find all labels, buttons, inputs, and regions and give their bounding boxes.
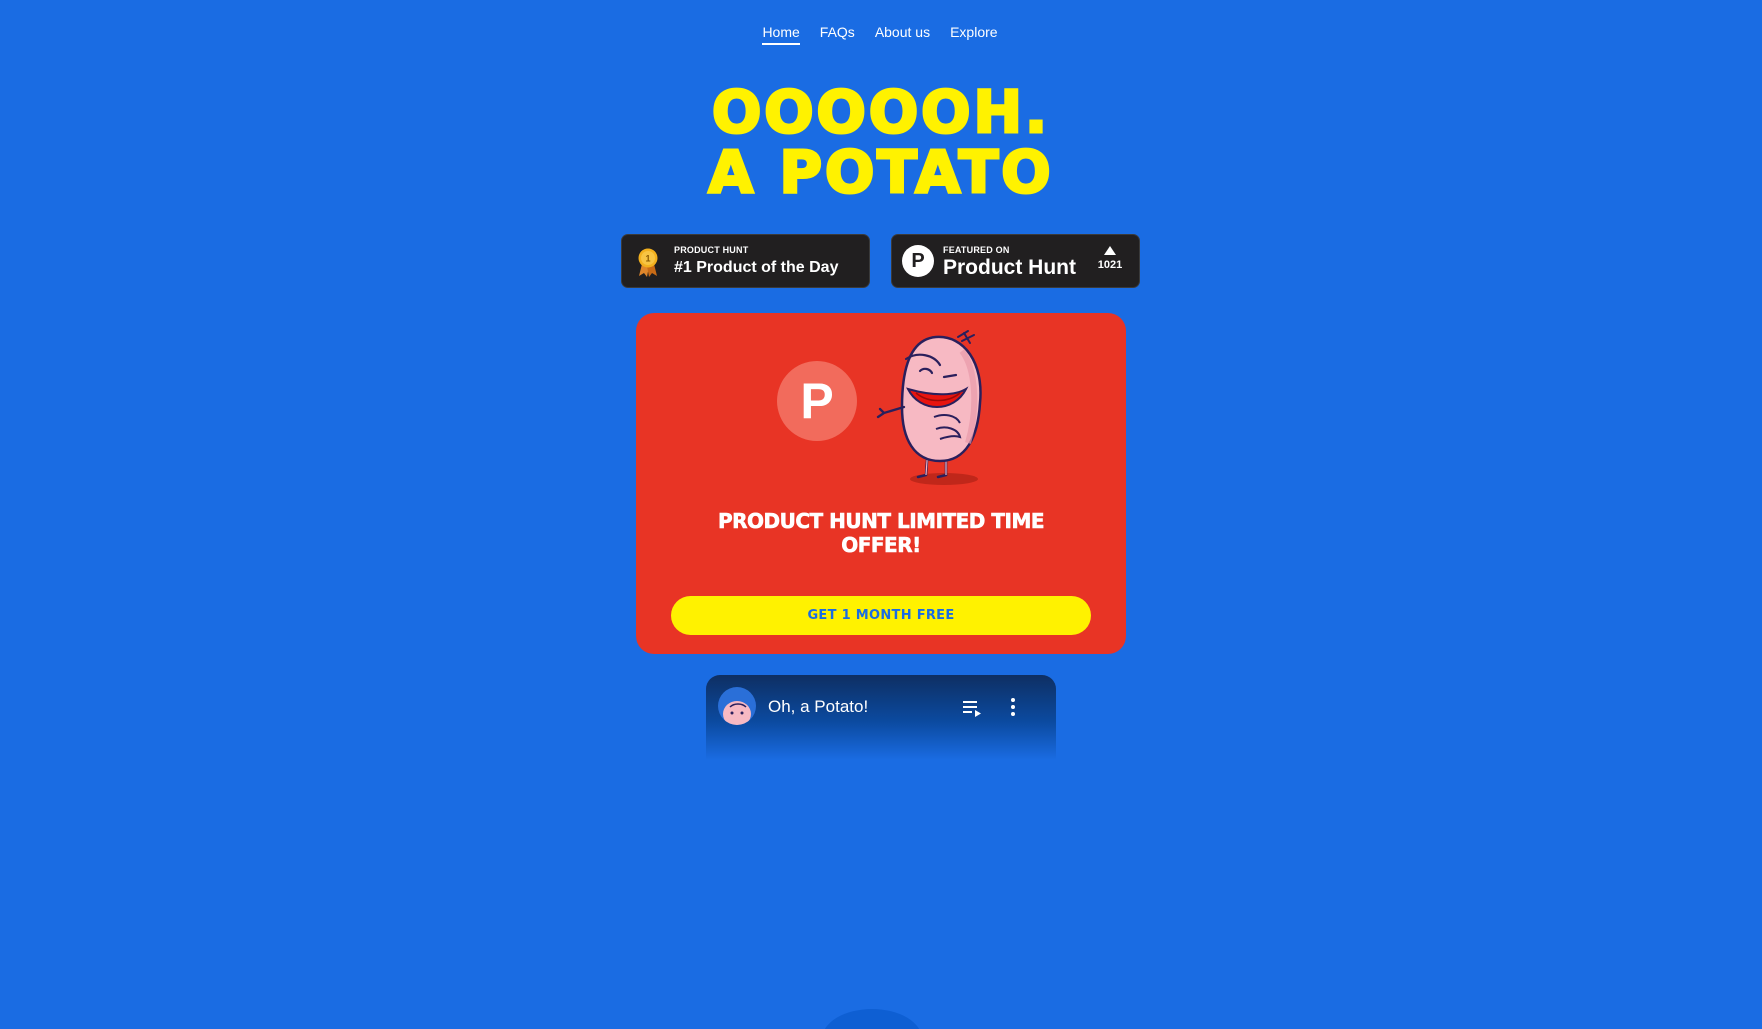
- medal-icon: 1: [638, 248, 658, 277]
- product-hunt-logo-icon: P: [902, 245, 934, 277]
- get-1-month-free-button[interactable]: GET 1 MONTH FREE: [671, 596, 1091, 635]
- hero-title: OOOOOH. A POTATO: [0, 78, 1762, 206]
- channel-avatar[interactable]: [718, 687, 756, 725]
- nav-faqs-link[interactable]: FAQs: [820, 24, 855, 45]
- more-vertical-icon[interactable]: [1008, 697, 1018, 717]
- potato-face-icon: [723, 701, 751, 725]
- nav-about-link[interactable]: About us: [875, 24, 930, 45]
- upvote-arrow-icon: [1104, 246, 1116, 255]
- vote-count: 1021: [1095, 246, 1125, 271]
- top-nav: Home FAQs About us Explore: [0, 24, 1762, 45]
- medal-number: 1: [645, 254, 650, 264]
- offer-title: PRODUCT HUNT LIMITED TIME OFFER!: [717, 509, 1045, 558]
- video-embed[interactable]: Oh, a Potato!: [706, 675, 1056, 760]
- badge-title: #1 Product of the Day: [674, 259, 839, 276]
- badge-title: Product Hunt: [943, 256, 1076, 279]
- featured-on-product-hunt-badge[interactable]: P FEATURED ON Product Hunt 1021: [891, 234, 1140, 288]
- page: Home FAQs About us Explore OOOOOH. A POT…: [0, 0, 1762, 1029]
- product-hunt-badges: 1 PRODUCT HUNT #1 Product of the Day P F…: [621, 234, 1141, 288]
- badge-overline: FEATURED ON: [943, 245, 1010, 255]
- product-of-the-day-badge[interactable]: 1 PRODUCT HUNT #1 Product of the Day: [621, 234, 870, 288]
- nav-home-link[interactable]: Home: [762, 24, 800, 45]
- nav-explore-link[interactable]: Explore: [950, 24, 997, 45]
- potato-mascot-icon: [876, 330, 982, 485]
- hero-title-line-2: A POTATO: [707, 138, 1054, 206]
- offer-card: P PRODUCT HUNT LIMITED TIME OFFER! GET 1…: [636, 313, 1126, 654]
- video-title[interactable]: Oh, a Potato!: [768, 697, 868, 717]
- vote-count-value: 1021: [1097, 259, 1123, 271]
- playlist-icon[interactable]: [963, 699, 983, 717]
- hero-title-line-1: OOOOOH.: [710, 78, 1051, 146]
- product-hunt-logo-icon: P: [777, 361, 857, 441]
- badge-overline: PRODUCT HUNT: [674, 245, 749, 255]
- decorative-blob: [822, 1009, 922, 1029]
